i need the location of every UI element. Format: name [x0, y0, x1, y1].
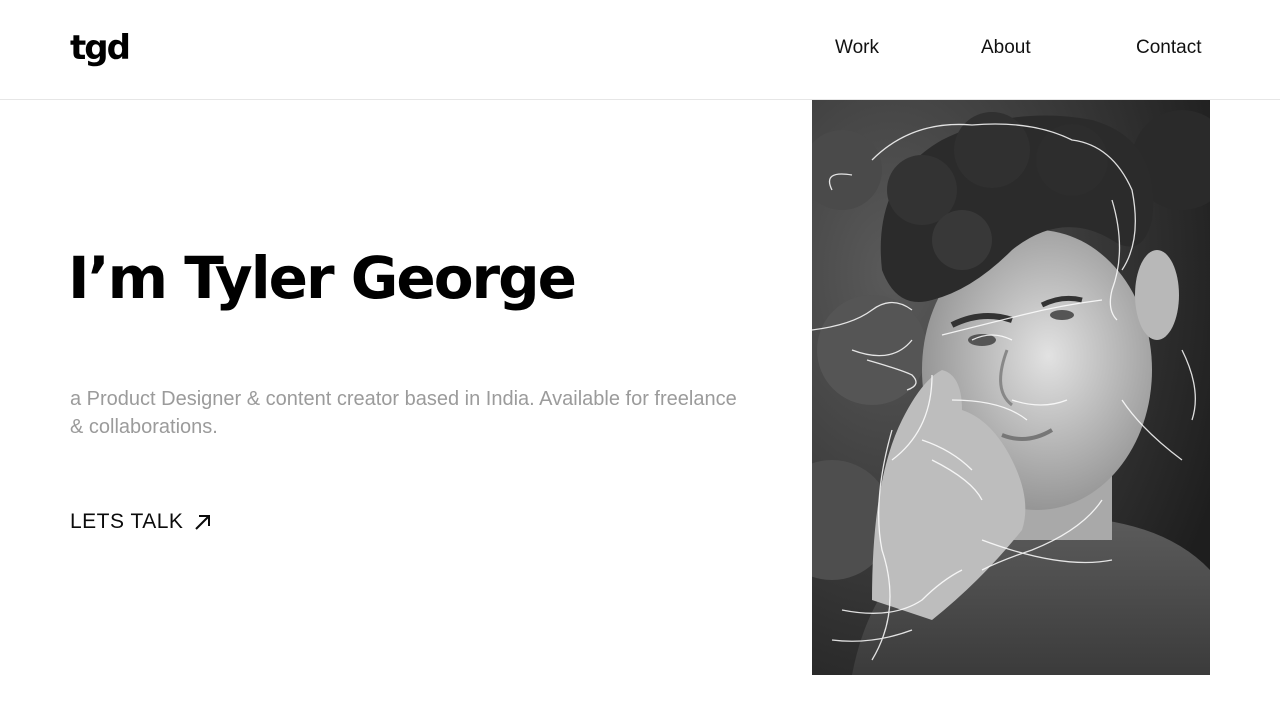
site-logo[interactable]: tgd — [70, 30, 131, 66]
lets-talk-label: LETS TALK — [70, 510, 184, 533]
arrow-up-right-icon — [193, 512, 213, 532]
portrait-photo — [812, 100, 1210, 675]
nav-link-about[interactable]: About — [981, 37, 1031, 59]
nav-link-work[interactable]: Work — [835, 37, 879, 59]
lets-talk-button[interactable]: LETS TALK — [70, 510, 213, 534]
site-header: tgd Work About Contact — [0, 0, 1280, 100]
hero-description: a Product Designer & content creator bas… — [70, 388, 737, 438]
hero-title: I’m Tyler George — [68, 244, 577, 312]
nav-link-contact[interactable]: Contact — [1136, 37, 1201, 59]
